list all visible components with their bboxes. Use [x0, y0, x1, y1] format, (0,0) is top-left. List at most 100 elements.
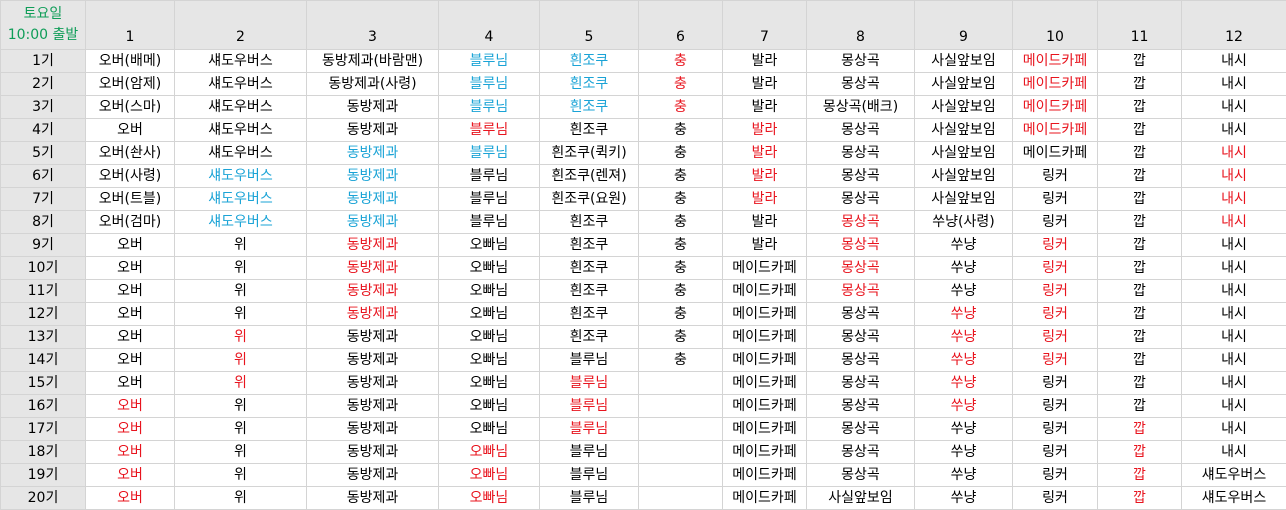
- grid-cell[interactable]: 링커: [1013, 303, 1098, 326]
- grid-cell[interactable]: 흰조쿠: [540, 96, 639, 119]
- grid-cell[interactable]: 사실앞보임: [915, 119, 1013, 142]
- grid-cell[interactable]: 동방제과: [307, 395, 439, 418]
- column-header-6[interactable]: 6: [639, 1, 723, 50]
- grid-cell[interactable]: [639, 487, 723, 510]
- row-header[interactable]: 19기: [1, 464, 86, 487]
- grid-cell[interactable]: 섀도우버스: [175, 119, 307, 142]
- grid-cell[interactable]: 내시: [1182, 73, 1286, 96]
- grid-cell[interactable]: 링커: [1013, 464, 1098, 487]
- column-header-5[interactable]: 5: [540, 1, 639, 50]
- grid-cell[interactable]: 메이드카페: [723, 349, 807, 372]
- grid-cell[interactable]: 위: [175, 487, 307, 510]
- grid-cell[interactable]: 몽상곡(배크): [807, 96, 915, 119]
- grid-cell[interactable]: 섀도우버스: [175, 50, 307, 73]
- grid-cell[interactable]: 메이드카페: [1013, 142, 1098, 165]
- grid-cell[interactable]: 오빠님: [439, 257, 540, 280]
- grid-cell[interactable]: 몽상곡: [807, 234, 915, 257]
- grid-cell[interactable]: 깝: [1098, 188, 1182, 211]
- grid-cell[interactable]: 몽상곡: [807, 418, 915, 441]
- grid-cell[interactable]: 링커: [1013, 326, 1098, 349]
- grid-cell[interactable]: 내시: [1182, 96, 1286, 119]
- grid-cell[interactable]: 흰조쿠: [540, 326, 639, 349]
- grid-cell[interactable]: 몽상곡: [807, 211, 915, 234]
- grid-cell[interactable]: 충: [639, 303, 723, 326]
- grid-cell[interactable]: [639, 395, 723, 418]
- grid-cell[interactable]: 몽상곡: [807, 280, 915, 303]
- row-header[interactable]: 2기: [1, 73, 86, 96]
- grid-cell[interactable]: 오버: [86, 464, 175, 487]
- grid-cell[interactable]: 충: [639, 50, 723, 73]
- grid-cell[interactable]: 오버(솬사): [86, 142, 175, 165]
- grid-cell[interactable]: 섀도우버스: [1182, 487, 1286, 510]
- row-header[interactable]: 6기: [1, 165, 86, 188]
- row-header[interactable]: 5기: [1, 142, 86, 165]
- grid-cell[interactable]: 깝: [1098, 96, 1182, 119]
- grid-cell[interactable]: 내시: [1182, 50, 1286, 73]
- grid-cell[interactable]: 위: [175, 418, 307, 441]
- row-header[interactable]: 9기: [1, 234, 86, 257]
- column-header-2[interactable]: 2: [175, 1, 307, 50]
- grid-cell[interactable]: 몽상곡: [807, 395, 915, 418]
- grid-cell[interactable]: 흰조쿠: [540, 50, 639, 73]
- column-header-3[interactable]: 3: [307, 1, 439, 50]
- grid-cell[interactable]: 동방제과: [307, 96, 439, 119]
- grid-cell[interactable]: 메이드카페: [1013, 96, 1098, 119]
- grid-cell[interactable]: 몽상곡: [807, 142, 915, 165]
- grid-cell[interactable]: 깝: [1098, 73, 1182, 96]
- row-header[interactable]: 11기: [1, 280, 86, 303]
- grid-cell[interactable]: 링커: [1013, 165, 1098, 188]
- grid-cell[interactable]: 흰조쿠: [540, 303, 639, 326]
- grid-cell[interactable]: 섀도우버스: [1182, 464, 1286, 487]
- grid-cell[interactable]: 발라: [723, 234, 807, 257]
- grid-cell[interactable]: 메이드카페: [1013, 119, 1098, 142]
- grid-cell[interactable]: 동방제과: [307, 303, 439, 326]
- grid-cell[interactable]: 깝: [1098, 257, 1182, 280]
- column-header-4[interactable]: 4: [439, 1, 540, 50]
- grid-cell[interactable]: 오빠님: [439, 349, 540, 372]
- grid-cell[interactable]: 링커: [1013, 372, 1098, 395]
- grid-cell[interactable]: 메이드카페: [723, 326, 807, 349]
- grid-cell[interactable]: 오버: [86, 119, 175, 142]
- grid-cell[interactable]: 오빠님: [439, 326, 540, 349]
- grid-cell[interactable]: 동방제과: [307, 326, 439, 349]
- grid-cell[interactable]: 섀도우버스: [175, 211, 307, 234]
- grid-cell[interactable]: 동방제과: [307, 418, 439, 441]
- grid-cell[interactable]: 블루님: [439, 211, 540, 234]
- grid-cell[interactable]: 오버: [86, 487, 175, 510]
- grid-cell[interactable]: 사실앞보임: [915, 73, 1013, 96]
- row-header[interactable]: 17기: [1, 418, 86, 441]
- grid-cell[interactable]: 섀도우버스: [175, 142, 307, 165]
- corner-header-cell[interactable]: 토요일 10:00 출발: [1, 1, 86, 50]
- grid-cell[interactable]: 위: [175, 349, 307, 372]
- grid-cell[interactable]: 충: [639, 234, 723, 257]
- grid-cell[interactable]: 동방제과(사령): [307, 73, 439, 96]
- grid-cell[interactable]: 메이드카페: [1013, 50, 1098, 73]
- grid-cell[interactable]: 위: [175, 395, 307, 418]
- column-header-12[interactable]: 12: [1182, 1, 1286, 50]
- grid-cell[interactable]: 오버: [86, 326, 175, 349]
- grid-cell[interactable]: [639, 418, 723, 441]
- grid-cell[interactable]: 사실앞보임: [807, 487, 915, 510]
- grid-cell[interactable]: 쑤냥: [915, 303, 1013, 326]
- grid-cell[interactable]: 충: [639, 257, 723, 280]
- grid-cell[interactable]: 동방제과: [307, 142, 439, 165]
- grid-cell[interactable]: 메이드카페: [1013, 73, 1098, 96]
- grid-cell[interactable]: 내시: [1182, 372, 1286, 395]
- grid-cell[interactable]: 메이드카페: [723, 487, 807, 510]
- grid-cell[interactable]: 위: [175, 303, 307, 326]
- grid-cell[interactable]: [639, 372, 723, 395]
- grid-cell[interactable]: 오빠님: [439, 487, 540, 510]
- grid-cell[interactable]: 링커: [1013, 280, 1098, 303]
- grid-cell[interactable]: 내시: [1182, 395, 1286, 418]
- grid-cell[interactable]: 동방제과: [307, 487, 439, 510]
- grid-cell[interactable]: 위: [175, 441, 307, 464]
- grid-cell[interactable]: 내시: [1182, 257, 1286, 280]
- grid-cell[interactable]: 내시: [1182, 349, 1286, 372]
- grid-cell[interactable]: 충: [639, 211, 723, 234]
- grid-cell[interactable]: 오버(암제): [86, 73, 175, 96]
- grid-cell[interactable]: 발라: [723, 165, 807, 188]
- column-header-10[interactable]: 10: [1013, 1, 1098, 50]
- grid-cell[interactable]: 동방제과: [307, 234, 439, 257]
- grid-cell[interactable]: 발라: [723, 96, 807, 119]
- grid-cell[interactable]: 사실앞보임: [915, 188, 1013, 211]
